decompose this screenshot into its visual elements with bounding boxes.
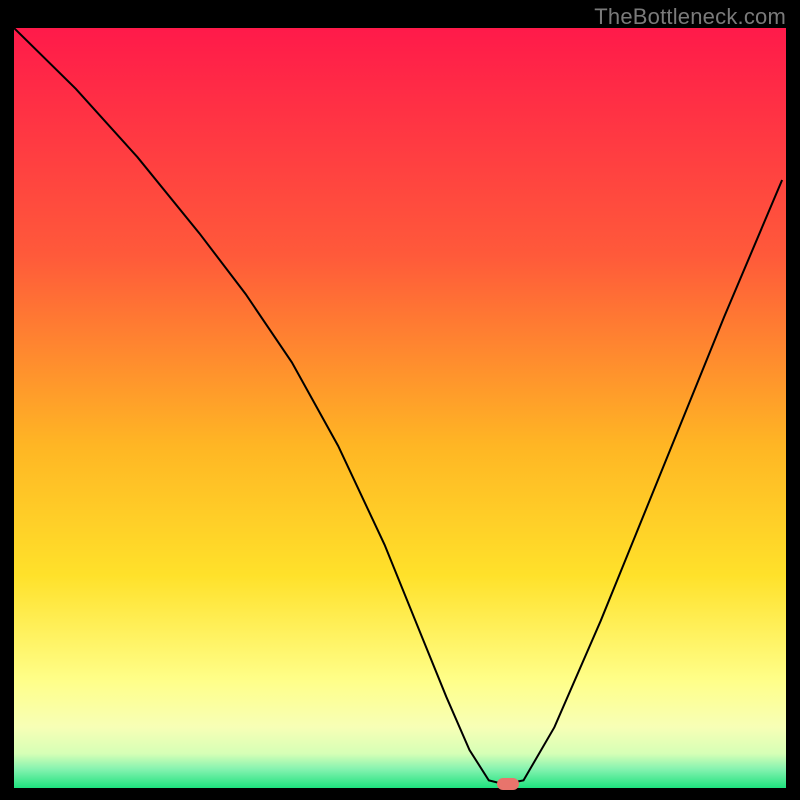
watermark-text: TheBottleneck.com <box>594 4 786 30</box>
chart-frame: TheBottleneck.com <box>0 0 800 800</box>
chart-svg <box>14 28 786 788</box>
optimal-point-marker <box>497 778 519 790</box>
chart-background-gradient <box>14 28 786 788</box>
chart-plot-area <box>14 28 786 788</box>
